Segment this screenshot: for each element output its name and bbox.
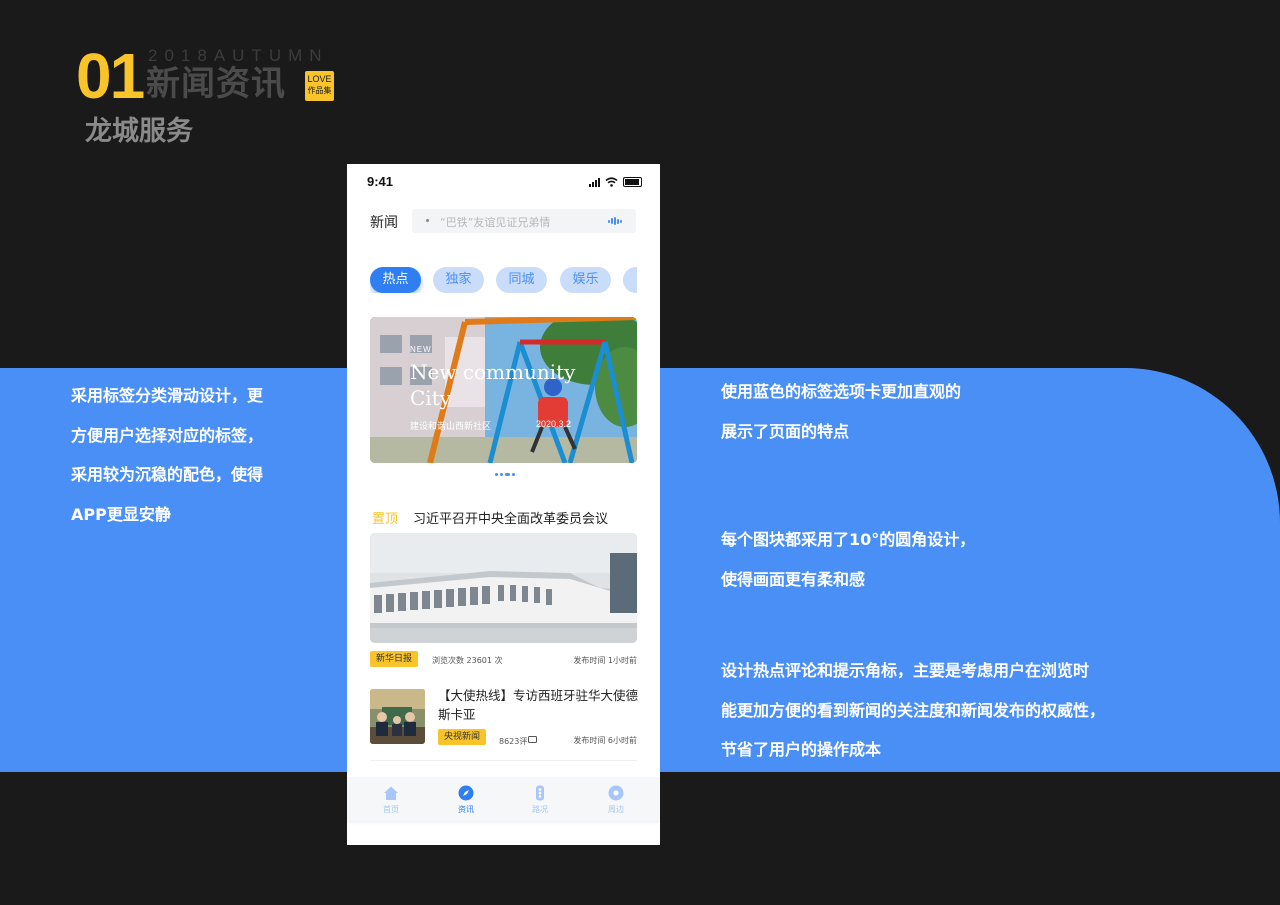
building-image: [370, 533, 637, 643]
phone-mockup: 9:41 新闻 “巴铁”友谊见证兄弟情 热点 独家 同城 娱乐 NEW New …: [347, 164, 660, 845]
search-bar[interactable]: “巴铁”友谊见证兄弟情: [412, 209, 636, 233]
right-desc-line: 设计热点评论和提示角标，主要是考虑用户在浏览时: [721, 661, 1090, 680]
left-description: 采用标签分类滑动设计，更 方便用户选择对应的标签， 采用较为沉稳的配色，使得 A…: [71, 376, 321, 534]
status-time: 9:41: [367, 174, 394, 189]
news-title[interactable]: 【大使热线】专访西班牙驻华大使德斯卡亚: [438, 686, 638, 724]
left-desc-line: 采用标签分类滑动设计，更: [71, 386, 264, 405]
pinned-title[interactable]: 习近平召开中央全面改革委员会议: [413, 508, 608, 527]
left-desc-line: 采用较为沉稳的配色，使得: [71, 465, 264, 484]
tab-hot[interactable]: 热点: [370, 267, 421, 293]
location-icon: [608, 785, 624, 801]
banner-date: 2020.3.2: [536, 419, 572, 429]
section-title: 新闻资讯: [146, 64, 286, 104]
home-icon: [384, 786, 398, 800]
left-desc-line: 方便用户选择对应的标签，: [71, 425, 264, 445]
search-dot-icon: [426, 219, 429, 222]
compass-icon: [458, 785, 474, 801]
tabbar-label: 路况: [532, 805, 548, 814]
battery-icon: [623, 177, 642, 187]
search-placeholder: “巴铁”友谊见证兄弟情: [440, 216, 551, 229]
status-icons: [589, 177, 642, 187]
category-tabs: 热点 独家 同城 娱乐: [370, 267, 637, 293]
right-desc-line: 使用蓝色的标签选项卡更加直观的: [721, 382, 962, 401]
publish-time: 发布时间 6小时前: [573, 736, 637, 745]
badge-line2: 作品集: [307, 86, 332, 95]
tab-exclusive[interactable]: 独家: [433, 267, 484, 293]
love-badge: LOVE 作品集: [305, 71, 334, 101]
right-description-2: 每个图块都采用了10°的圆角设计， 使得画面更有柔和感: [721, 520, 1181, 599]
section-number: 01: [76, 40, 145, 112]
comment-icon: [528, 736, 537, 743]
tabbar-news[interactable]: 资讯: [436, 777, 496, 821]
tab-more[interactable]: [623, 267, 637, 293]
view-count: 浏览次数 23601 次: [432, 656, 503, 665]
badge-line1: LOVE: [307, 74, 332, 84]
pinned-label: 置顶: [372, 512, 399, 527]
list-divider: [370, 760, 637, 761]
right-desc-line: 节省了用户的操作成本: [721, 740, 882, 759]
right-desc-line: 展示了页面的特点: [721, 421, 850, 441]
tabbar-nearby[interactable]: 周边: [586, 777, 646, 821]
season-label: 2018AUTUMN: [148, 46, 329, 65]
left-desc-line: APP更显安静: [71, 504, 171, 524]
right-description-3: 设计热点评论和提示角标，主要是考虑用户在浏览时 能更加方便的看到新闻的关注度和新…: [721, 651, 1181, 770]
project-subtitle: 龙城服务: [85, 116, 193, 147]
voice-icon[interactable]: [608, 217, 622, 225]
banner-subtitle: 建设和谐山西新社区: [410, 422, 492, 432]
right-description-1: 使用蓝色的标签选项卡更加直观的 展示了页面的特点: [721, 372, 1181, 451]
source-tag: 央视新闻: [438, 729, 487, 745]
tabbar-traffic[interactable]: 路况: [510, 777, 570, 821]
right-desc-line: 能更加方便的看到新闻的关注度和新闻发布的权威性，: [721, 700, 1106, 720]
tabbar-label: 首页: [383, 805, 399, 814]
tab-entertainment[interactable]: 娱乐: [560, 267, 611, 293]
tabbar-label: 资讯: [458, 805, 474, 814]
tab-local[interactable]: 同城: [496, 267, 547, 293]
nav-title: 新闻: [370, 215, 398, 231]
right-desc-line: 每个图块都采用了10°的圆角设计，: [721, 530, 976, 549]
banner-title: New community City: [410, 360, 576, 410]
signal-icon: [589, 178, 600, 187]
source-tag: 新华日报: [370, 651, 419, 667]
right-desc-line: 使得画面更有柔和感: [721, 569, 866, 589]
pinned-image[interactable]: [370, 533, 637, 643]
carousel-indicator: [495, 473, 515, 476]
banner-new-tag: NEW: [410, 345, 432, 354]
tabbar-label: 周边: [608, 805, 624, 814]
wifi-icon: [605, 177, 618, 187]
bottom-tab-bar: 首页 资讯 路况 周边: [347, 777, 660, 821]
traffic-light-icon: [536, 785, 544, 801]
banner-carousel[interactable]: NEW New community City 建设和谐山西新社区 2020.3.…: [370, 317, 637, 463]
publish-time: 发布时间 1小时前: [573, 656, 637, 665]
comment-count: 8623评: [499, 737, 528, 746]
tabbar-home[interactable]: 首页: [361, 777, 421, 821]
news-thumbnail[interactable]: [370, 689, 425, 744]
meeting-image: [370, 689, 425, 744]
